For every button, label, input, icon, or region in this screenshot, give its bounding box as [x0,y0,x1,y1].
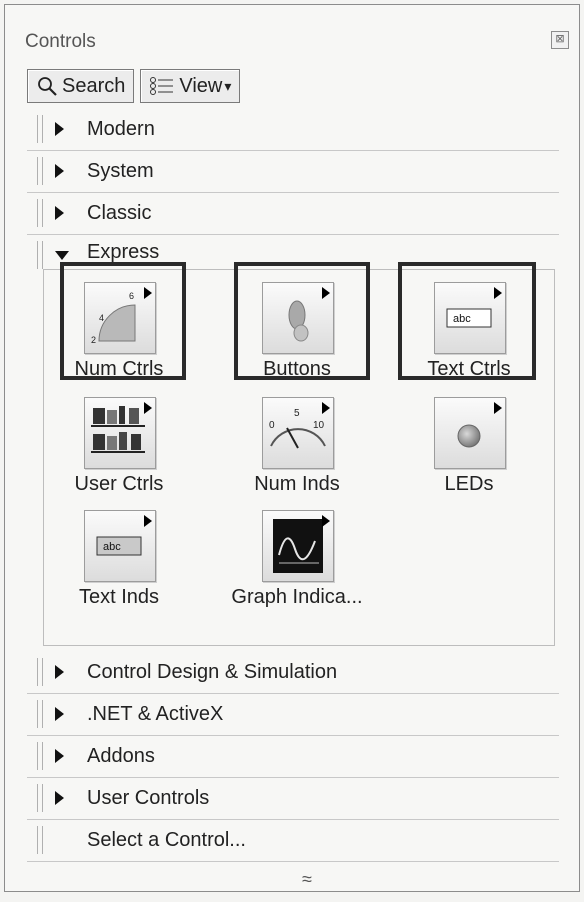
view-button[interactable]: View ▾ [140,69,241,103]
drag-handle[interactable] [37,241,43,269]
palette-item-leds[interactable]: LEDs [394,391,544,503]
drag-handle[interactable] [37,784,43,812]
collapse-arrow-icon[interactable] [55,251,69,260]
drag-handle[interactable] [37,199,43,227]
search-label: Search [62,74,126,97]
drag-handle [37,826,43,854]
expand-arrow-icon[interactable] [55,665,64,679]
expand-arrow-icon[interactable] [55,707,64,721]
category-label: .NET & ActiveX [87,703,224,725]
search-button[interactable]: Search [27,69,135,103]
category-addons[interactable]: Addons [27,736,559,778]
drag-handle[interactable] [37,658,43,686]
palette-item-num-ctrls[interactable]: 2 4 6 Num Ctrls [44,276,194,388]
submenu-arrow-icon [144,287,152,299]
select-a-control-row[interactable]: Select a Control... [27,820,559,862]
text-box-sample: abc [453,313,471,325]
palette-item-graph-indicators[interactable]: Graph Indica... [222,504,372,616]
category-label: Modern [87,118,155,140]
expand-arrow-icon[interactable] [55,749,64,763]
palette-item-label: Graph Indica... [231,586,363,608]
text-indicator-icon: abc [84,510,156,582]
category-label: Express [87,240,160,263]
drag-handle[interactable] [37,157,43,185]
graph-indicator-icon [262,510,334,582]
submenu-arrow-icon [494,287,502,299]
view-label: View [179,74,223,97]
submenu-arrow-icon [322,402,330,414]
category-label: System [87,160,154,182]
palette-item-user-ctrls[interactable]: User Ctrls [44,391,194,503]
button-icon [262,282,334,354]
view-options-icon [150,77,174,95]
express-palette-panel: 2 4 6 Num Ctrls Buttons abc Text Ctrls U… [43,262,555,646]
palette-item-num-inds[interactable]: 0 5 10 Num Inds [222,391,372,503]
numeric-control-icon: 2 4 6 [84,282,156,354]
drag-handle[interactable] [37,700,43,728]
palette-item-label: Buttons [263,358,331,380]
category-system[interactable]: System [27,151,559,193]
palette-item-label: User Ctrls [74,473,164,495]
palette-item-text-inds[interactable]: abc Text Inds [44,504,194,616]
category-label: User Controls [87,787,210,809]
toolbar: Search View ▾ [27,69,241,105]
chevron-down-icon: ▾ [224,77,232,94]
submenu-arrow-icon [144,515,152,527]
led-icon [434,397,506,469]
submenu-arrow-icon [322,515,330,527]
collapse-up-icon[interactable]: ≈ [302,869,312,890]
knob-tick-label: 2 [91,335,96,345]
gauge-tick-label: 5 [294,408,300,419]
gauge-tick-label: 0 [269,420,275,431]
submenu-arrow-icon [494,402,502,414]
title-bar: Controls ⊠ [5,5,579,52]
palette-item-label: Num Ctrls [74,358,164,380]
expand-arrow-icon[interactable] [55,122,64,136]
submenu-arrow-icon [322,287,330,299]
palette-title: Controls [25,31,96,52]
user-controls-icon [84,397,156,469]
gauge-tick-label: 10 [313,420,325,431]
select-a-control-link[interactable]: Select a Control... [87,829,246,852]
category-user-controls[interactable]: User Controls [27,778,559,820]
category-label: Classic [87,202,152,224]
drag-handle[interactable] [37,742,43,770]
close-icon[interactable]: ⊠ [551,31,569,49]
expand-arrow-icon[interactable] [55,164,64,178]
numeric-indicator-icon: 0 5 10 [262,397,334,469]
knob-tick-label: 6 [129,291,134,301]
knob-tick-label: 4 [99,313,104,323]
category-classic[interactable]: Classic [27,193,559,235]
category-label: Control Design & Simulation [87,661,338,683]
category-net-activex[interactable]: .NET & ActiveX [27,694,559,736]
search-icon [38,77,57,96]
palette-item-label: Num Inds [254,473,340,495]
palette-item-label: Text Ctrls [427,358,511,380]
category-label: Addons [87,745,155,767]
category-modern[interactable]: Modern [27,109,559,151]
text-control-icon: abc [434,282,506,354]
palette-item-label: Text Inds [78,586,160,608]
palette-item-text-ctrls[interactable]: abc Text Ctrls [394,276,544,388]
category-control-design-simulation[interactable]: Control Design & Simulation [27,652,559,694]
submenu-arrow-icon [144,402,152,414]
palette-item-buttons[interactable]: Buttons [222,276,372,388]
expand-arrow-icon[interactable] [55,791,64,805]
palette-item-label: LEDs [444,473,494,495]
category-tree: Modern System Classic Express 2 4 6 Num … [27,109,559,902]
drag-handle[interactable] [37,115,43,143]
collapse-area: ≈ [27,862,559,902]
controls-palette: Controls ⊠ Search View ▾ Modern System C… [4,4,580,892]
text-box-sample: abc [103,541,121,553]
category-express[interactable]: Express [27,235,559,269]
expand-arrow-icon[interactable] [55,206,64,220]
